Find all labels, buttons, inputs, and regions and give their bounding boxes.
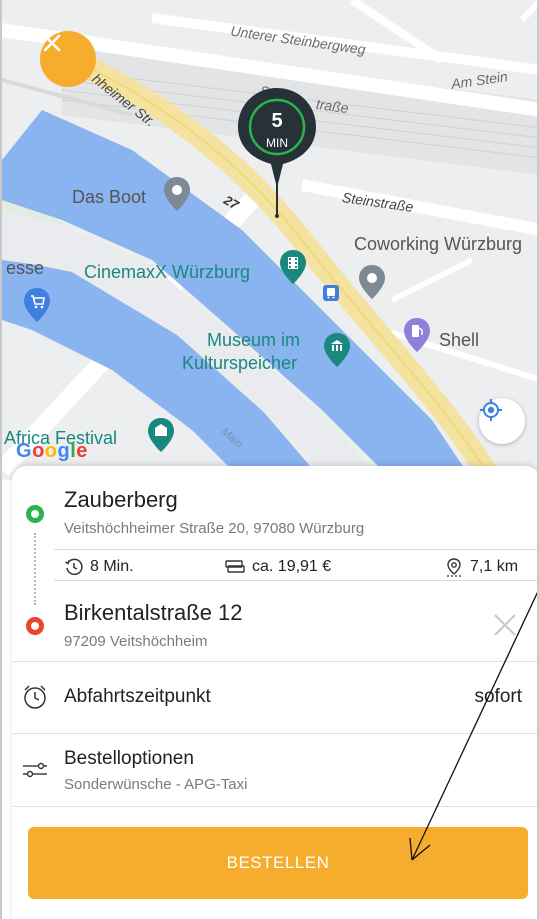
destination-address[interactable]: 97209 Veitshöchheim: [64, 633, 207, 650]
event-pin-icon[interactable]: [148, 418, 174, 452]
close-button[interactable]: [40, 31, 96, 87]
origin-dot-icon: [26, 505, 44, 523]
app-frame: Unterer Steinbergweg Am Stein hheimer St…: [0, 0, 539, 919]
departure-time-label: Abfahrtszeitpunkt: [64, 686, 211, 707]
trip-stats-row: 8 Min. ca. 19,91 € 7,1 km: [54, 549, 537, 581]
eta-value: 5: [271, 110, 283, 132]
trip-distance-value: 7,1 km: [470, 558, 519, 575]
poi-label-museum-line2[interactable]: Kulturspeicher: [182, 353, 297, 374]
trip-price-value: ca. 19,91 €: [252, 558, 332, 575]
trip-duration: 8 Min.: [64, 557, 134, 577]
cinema-pin-icon[interactable]: [280, 250, 306, 284]
gas-station-pin-icon[interactable]: [404, 318, 430, 352]
origin-address[interactable]: Veitshöchheimer Straße 20, 97080 Würzbur…: [64, 520, 364, 537]
order-options-sub: Sonderwünsche - APG-Taxi: [64, 776, 248, 793]
museum-pin-icon[interactable]: [324, 333, 350, 367]
departure-time-row[interactable]: Abfahrtszeitpunkt sofort: [12, 662, 537, 733]
order-options-row[interactable]: Bestelloptionen Sonderwünsche - APG-Taxi: [12, 734, 537, 806]
close-icon: [43, 34, 61, 52]
place-pin-icon[interactable]: [164, 177, 190, 211]
alarm-clock-icon: [24, 685, 46, 709]
eta-pin-icon: [238, 88, 316, 218]
my-location-icon: [480, 399, 502, 421]
place-pin-icon[interactable]: [359, 265, 385, 299]
poi-label-esse[interactable]: esse: [6, 258, 44, 279]
trip-duration-value: 8 Min.: [90, 558, 134, 575]
destination-dot-icon: [26, 617, 44, 635]
eta-marker: 5 MIN: [238, 88, 316, 218]
filter-settings-icon: [23, 762, 47, 778]
eta-unit: MIN: [266, 136, 288, 150]
google-logo: Google: [16, 440, 88, 462]
poi-label-cinemaxx[interactable]: CinemaxX Würzburg: [84, 262, 250, 283]
route-connector: [34, 533, 36, 605]
order-options-label: Bestelloptionen: [64, 748, 194, 769]
divider: [12, 806, 537, 807]
poi-label-coworking[interactable]: Coworking Würzburg: [354, 234, 522, 255]
bus-stop-icon[interactable]: [323, 285, 339, 301]
order-button[interactable]: BESTELLEN: [28, 827, 528, 899]
location-distance-icon: [447, 558, 461, 577]
poi-label-shell[interactable]: Shell: [439, 330, 479, 351]
clock-history-icon: [65, 558, 83, 576]
my-location-button[interactable]: [479, 398, 525, 444]
money-icon: [225, 560, 245, 573]
poi-label-das-boot[interactable]: Das Boot: [72, 187, 146, 208]
poi-label-museum-line1[interactable]: Museum im: [207, 330, 300, 351]
origin-title[interactable]: Zauberberg: [64, 487, 178, 513]
remove-destination-icon[interactable]: [492, 612, 518, 638]
trip-price: ca. 19,91 €: [224, 557, 331, 577]
shopping-cart-pin-icon[interactable]: [24, 288, 50, 322]
map-view[interactable]: Unterer Steinbergweg Am Stein hheimer St…: [2, 0, 537, 480]
destination-title[interactable]: Birkentalstraße 12: [64, 600, 243, 626]
departure-time-value: sofort: [474, 686, 522, 707]
trip-distance: 7,1 km: [444, 557, 518, 577]
